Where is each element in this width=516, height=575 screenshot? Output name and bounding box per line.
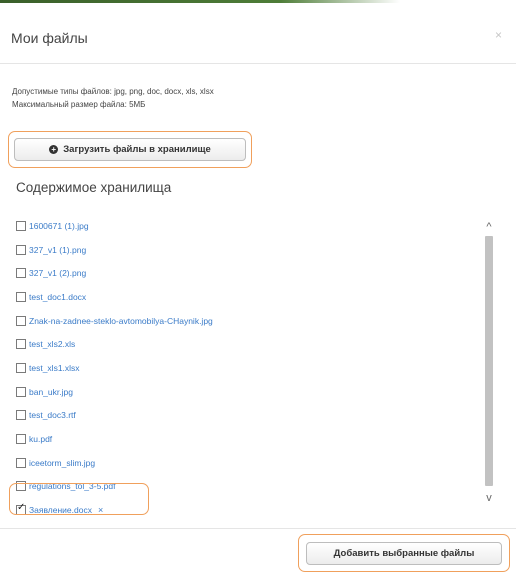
file-link[interactable]: ban_ukr.jpg bbox=[29, 387, 73, 397]
file-link[interactable]: Znak-na-zadnee-steklo-avtomobilya-CHayni… bbox=[29, 316, 213, 326]
file-list-item: 327_v1 (1).png bbox=[16, 238, 476, 262]
file-checkbox[interactable] bbox=[16, 481, 26, 492]
remove-file-icon[interactable]: × bbox=[98, 505, 103, 515]
max-size-text: Максимальный размер файла: 5МБ bbox=[12, 100, 146, 109]
file-link[interactable]: iceetorm_slim.jpg bbox=[29, 458, 95, 468]
scroll-down-icon[interactable]: v bbox=[482, 491, 496, 505]
file-checkbox[interactable] bbox=[16, 362, 26, 373]
plus-circle-icon: + bbox=[49, 145, 59, 154]
file-list-item: test_xls1.xlsx bbox=[16, 356, 476, 380]
file-checkbox[interactable] bbox=[16, 386, 26, 397]
file-list-item: test_doc1.docx bbox=[16, 285, 476, 309]
file-checkbox[interactable] bbox=[16, 339, 26, 350]
file-list-item: Заявление.docx × bbox=[16, 498, 476, 522]
file-list: 1600671 (1).jpg 327_v1 (1).png 327_v1 (2).… bbox=[16, 214, 476, 522]
scroll-thumb[interactable] bbox=[485, 236, 493, 486]
file-list-item: regulations_tol_3-5.pdf bbox=[16, 475, 476, 499]
file-checkbox[interactable] bbox=[16, 220, 26, 231]
file-link[interactable]: 327_v1 (2).png bbox=[29, 268, 86, 278]
file-link[interactable]: 1600671 (1).jpg bbox=[29, 221, 89, 231]
file-list-item: test_xls2.xls bbox=[16, 332, 476, 356]
file-link[interactable]: ku.pdf bbox=[29, 434, 52, 444]
file-list-item: 327_v1 (2).png bbox=[16, 261, 476, 285]
modal-title: Мои файлы bbox=[11, 30, 88, 46]
file-checkbox[interactable] bbox=[16, 502, 26, 516]
file-checkbox[interactable] bbox=[16, 291, 26, 302]
file-checkbox[interactable] bbox=[16, 244, 26, 255]
modal-header: Мои файлы × bbox=[0, 3, 516, 64]
file-list-item: iceetorm_slim.jpg bbox=[16, 451, 476, 475]
file-requirements: Допустимые типы файлов: jpg, png, doc, d… bbox=[12, 85, 214, 111]
file-link[interactable]: test_xls2.xls bbox=[29, 339, 75, 349]
close-icon[interactable]: × bbox=[495, 28, 502, 42]
file-link[interactable]: 327_v1 (1).png bbox=[29, 245, 86, 255]
file-checkbox[interactable] bbox=[16, 457, 26, 468]
add-selected-files-button[interactable]: Добавить выбранные файлы bbox=[306, 542, 502, 565]
file-list-item: ku.pdf bbox=[16, 427, 476, 451]
upload-button-label: Загрузить файлы в хранилище bbox=[63, 144, 211, 155]
file-list-item: 1600671 (1).jpg bbox=[16, 214, 476, 238]
file-list-item: Znak-na-zadnee-steklo-avtomobilya-CHayni… bbox=[16, 309, 476, 333]
file-link[interactable]: test_xls1.xlsx bbox=[29, 363, 80, 373]
file-link[interactable]: test_doc3.rtf bbox=[29, 410, 76, 420]
file-checkbox[interactable] bbox=[16, 315, 26, 326]
file-list-scrollbar[interactable]: ^ v bbox=[482, 220, 496, 505]
storage-heading: Содержимое хранилища bbox=[16, 180, 172, 195]
file-link[interactable]: test_doc1.docx bbox=[29, 292, 86, 302]
scroll-up-icon[interactable]: ^ bbox=[482, 220, 496, 234]
file-link[interactable]: Заявление.docx bbox=[29, 505, 92, 515]
file-checkbox[interactable] bbox=[16, 268, 26, 279]
footer-divider bbox=[0, 528, 516, 529]
upload-files-button[interactable]: + Загрузить файлы в хранилище bbox=[14, 138, 246, 161]
allowed-types-text: Допустимые типы файлов: jpg, png, doc, d… bbox=[12, 87, 214, 96]
file-list-item: test_doc3.rtf bbox=[16, 404, 476, 428]
file-list-item: ban_ukr.jpg bbox=[16, 380, 476, 404]
file-checkbox[interactable] bbox=[16, 434, 26, 445]
file-checkbox[interactable] bbox=[16, 410, 26, 421]
file-link[interactable]: regulations_tol_3-5.pdf bbox=[29, 481, 115, 491]
